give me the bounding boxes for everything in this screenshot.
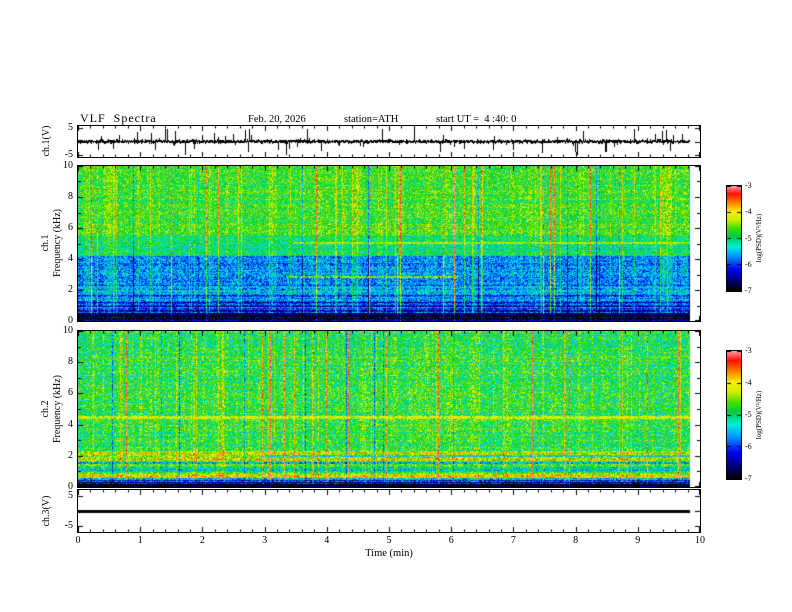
- ch3-waveform-canvas: [78, 490, 700, 532]
- colorbar-tick-label: -6: [745, 259, 752, 269]
- time-xtick-label: 4: [324, 535, 330, 546]
- ch1-frequency-label: Frequency (kHz): [52, 208, 63, 278]
- ch2-freq-ytick-label: 8: [68, 356, 73, 368]
- time-xtick-label: 0: [75, 535, 81, 546]
- header-station: station=ATH: [344, 114, 399, 125]
- ch1-channel-label: ch.1: [40, 234, 51, 252]
- time-xtick-label: 2: [199, 535, 205, 546]
- header-start-ut: start UT = 4 :40: 0: [436, 114, 517, 125]
- vlf-spectra-figure: VLF Spectra Feb. 20, 2026 station=ATH st…: [0, 0, 792, 612]
- ch1v-ytick-label: 5: [68, 122, 73, 134]
- colorbar-tick-label: -5: [745, 410, 752, 419]
- plot-title: VLF Spectra: [80, 111, 157, 125]
- ch3v-ytick-label: -5: [64, 520, 73, 531]
- time-xtick-label: 7: [510, 535, 516, 546]
- ch1-freq-ytick-label: 6: [68, 222, 73, 233]
- time-xtick-label: 9: [635, 535, 641, 546]
- colorbar-ch1-canvas: [727, 186, 741, 291]
- time-xtick-label: 3: [262, 535, 268, 546]
- header-date: Feb. 20, 2026: [248, 114, 306, 125]
- ch1-spectrogram-panel: [77, 165, 701, 322]
- colorbar-tick-label: -4: [745, 378, 752, 387]
- ch2-spectrogram-panel: [77, 330, 701, 488]
- ch2-spectrogram-canvas: [78, 331, 700, 487]
- ch2-freq-ytick-label: 10: [63, 325, 73, 336]
- ch3-waveform-panel: [77, 489, 701, 533]
- ch2-freq-ytick-label: 4: [68, 418, 73, 430]
- ch1-spectrogram-canvas: [78, 166, 700, 321]
- colorbar-tick-label: -5: [745, 233, 752, 243]
- time-xtick-label: 10: [695, 535, 705, 546]
- colorbar-ch2-canvas: [727, 351, 741, 479]
- ch1-waveform-canvas: [78, 126, 700, 157]
- time-xtick-label: 8: [573, 535, 579, 546]
- ch2-freq-ytick-label: 2: [68, 449, 73, 461]
- ch1-freq-ytick-label: 10: [63, 160, 73, 171]
- colorbar-tick-label: -6: [745, 442, 752, 451]
- time-axis-label: Time (min): [365, 548, 413, 559]
- ch3-voltage-axis-label: ch.3(V): [41, 495, 52, 527]
- ch1v-ytick-label: -5: [64, 148, 73, 160]
- colorbar-ch1: [726, 185, 742, 292]
- colorbar-ch2: [726, 350, 742, 480]
- colorbar-tick-label: -4: [745, 207, 752, 217]
- time-xtick-label: 1: [137, 535, 143, 546]
- ch1-waveform-panel: [77, 125, 701, 158]
- ch2-frequency-label: Frequency (kHz): [52, 374, 63, 444]
- time-xtick-label: 6: [448, 535, 454, 546]
- colorbar-tick-label: -7: [745, 286, 752, 295]
- ch3v-ytick-label: 5: [68, 490, 73, 501]
- colorbar-tick-label: -3: [745, 181, 752, 190]
- ch1-frequency-axis-label: ch.1 Frequency (kHz): [40, 163, 64, 323]
- colorbar-tick-label: -3: [745, 346, 752, 355]
- ch1-freq-ytick-label: 2: [68, 284, 73, 295]
- colorbar-ch2-label: log(PSD)(V²/Hz): [755, 390, 763, 440]
- time-xtick-label: 5: [386, 535, 392, 546]
- ch1-freq-ytick-label: 8: [68, 191, 73, 202]
- ch2-freq-ytick-label: 0: [68, 481, 73, 492]
- ch2-freq-ytick-label: 6: [68, 387, 73, 399]
- ch1-freq-ytick-label: 4: [68, 253, 73, 264]
- colorbar-ch1-label: log(PSD)(V²/Hz): [755, 213, 763, 263]
- colorbar-tick-label: -7: [745, 474, 752, 483]
